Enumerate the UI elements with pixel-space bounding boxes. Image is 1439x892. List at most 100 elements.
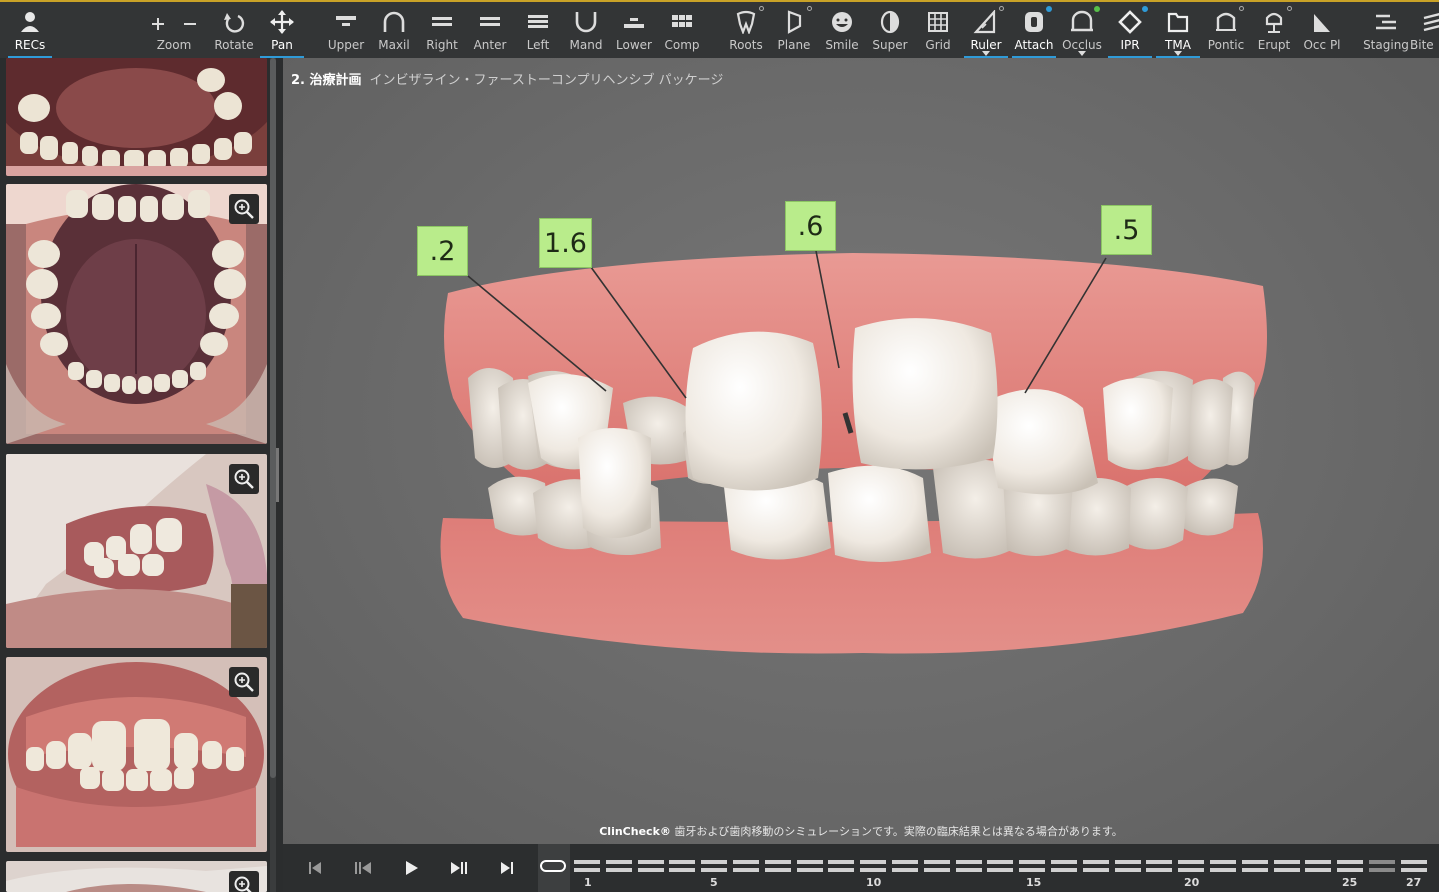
stage-marker[interactable]	[955, 860, 982, 872]
simulation-disclaimer: ClinCheck® 歯牙および歯肉移動のシミュレーションです。実際の臨床結果と…	[283, 823, 1439, 839]
toolbar-grid-button[interactable]: Grid	[914, 2, 962, 58]
intraoral-photo-upper-occlusal[interactable]	[6, 58, 267, 176]
stage-track[interactable]: 1 5 10 15 20 25 27	[538, 844, 1438, 892]
toolbar-anter-button[interactable]: Anter	[466, 2, 514, 58]
clincheck-3d-viewport[interactable]: 2. 治療計画 インビザライン・ファーストーコンプリヘンシブ パッケージ .2 …	[283, 58, 1439, 844]
stage-marker[interactable]	[701, 860, 728, 872]
play-button[interactable]	[397, 854, 425, 882]
toolbar-left-button[interactable]: Left	[514, 2, 562, 58]
intraoral-photo-frontal[interactable]	[6, 657, 267, 852]
pontic-icon	[1202, 10, 1250, 34]
toolbar-pontic-button[interactable]: Pontic	[1202, 2, 1250, 58]
toolbar-mand-button[interactable]: Mand	[562, 2, 610, 58]
current-stage-indicator[interactable]	[540, 860, 566, 872]
stage-marker[interactable]	[923, 860, 950, 872]
toolbar-super-button[interactable]: Super	[866, 2, 914, 58]
stage-marker[interactable]	[828, 860, 855, 872]
stage-marker[interactable]	[764, 860, 791, 872]
staging-icon	[1362, 10, 1410, 34]
stage-marker[interactable]	[574, 860, 600, 872]
stage-tick-label: 27	[1406, 876, 1422, 889]
stage-marker[interactable]	[637, 860, 664, 872]
last-stage-button[interactable]	[493, 854, 521, 882]
stage-marker[interactable]	[1305, 860, 1332, 872]
toolbar-bite-button[interactable]: Bite	[1410, 2, 1439, 58]
stage-marker[interactable]	[605, 860, 632, 872]
stage-marker[interactable]	[1082, 860, 1109, 872]
photo-zoom-button[interactable]	[229, 871, 259, 892]
occlusal-plane-icon	[1298, 10, 1346, 34]
panel-splitter-handle[interactable]	[276, 448, 279, 502]
magnifier-plus-icon	[234, 672, 254, 692]
chevron-down-icon	[1078, 51, 1086, 56]
stage-marker[interactable]	[1210, 860, 1236, 872]
stage-marker[interactable]	[796, 860, 823, 872]
superimpose-icon	[866, 10, 914, 34]
toolbar-occlus-button[interactable]: Occlus	[1058, 2, 1106, 58]
toolbar-erupt-button[interactable]: Erupt	[1250, 2, 1298, 58]
pan-arrows-icon	[258, 10, 306, 34]
toolbar-recs-button[interactable]: RECs	[6, 2, 54, 58]
tooth-roots-icon	[722, 10, 770, 34]
intraoral-photo-left-buccal[interactable]	[6, 454, 267, 648]
stage-marker[interactable]	[987, 860, 1014, 872]
toolbar-roots-button[interactable]: Roots	[722, 2, 770, 58]
photo-zoom-button[interactable]	[229, 667, 259, 697]
previous-stage-button[interactable]	[349, 854, 377, 882]
occlusion-icon	[1058, 10, 1106, 34]
next-stage-button[interactable]	[445, 854, 473, 882]
stage-marker[interactable]	[733, 860, 759, 872]
stage-marker[interactable]	[1369, 860, 1395, 872]
ipr-label[interactable]: .5	[1101, 205, 1152, 255]
toolbar-tma-button[interactable]: TMA	[1154, 2, 1202, 58]
toolbar-zoom-button[interactable]: Zoom	[150, 2, 198, 58]
stage-marker[interactable]	[860, 860, 887, 872]
stage-marker[interactable]	[1051, 860, 1077, 872]
ipr-label[interactable]: .2	[417, 226, 468, 276]
stage-marker[interactable]	[1241, 860, 1268, 872]
playback-timeline-bar: 1 5 10 15 20 25 27	[283, 844, 1439, 892]
mandibular-arch-icon	[562, 10, 610, 34]
stage-marker[interactable]	[1400, 860, 1427, 872]
photo-zoom-button[interactable]	[229, 194, 259, 224]
toolbar-lower-button[interactable]: Lower	[610, 2, 658, 58]
scrollbar-thumb[interactable]	[270, 58, 276, 778]
ipr-label[interactable]: .6	[785, 201, 836, 251]
intraoral-photo-right-buccal[interactable]	[6, 861, 267, 892]
toolbar-maxil-button[interactable]: Maxil	[370, 2, 418, 58]
upper-jaw-icon	[322, 10, 370, 34]
toolbar-comp-button[interactable]: Comp	[658, 2, 706, 58]
play-icon	[406, 861, 418, 875]
ruler-icon	[962, 10, 1010, 34]
toolbar-rotate-button[interactable]: Rotate	[210, 2, 258, 58]
stage-marker[interactable]	[1273, 860, 1300, 872]
main-toolbar: RECs Zoom Rotate Pan Upper Maxil Right A…	[0, 0, 1439, 58]
stage-marker[interactable]	[1337, 860, 1364, 872]
toolbar-ruler-button[interactable]: Ruler	[962, 2, 1010, 58]
toolbar-ipr-button[interactable]: IPR	[1106, 2, 1154, 58]
intraoral-photo-lower-occlusal[interactable]	[6, 184, 267, 444]
stage-marker[interactable]	[892, 860, 918, 872]
toolbar-occpl-button[interactable]: Occ Pl	[1298, 2, 1346, 58]
stage-marker[interactable]	[669, 860, 696, 872]
toolbar-attach-button[interactable]: Attach	[1010, 2, 1058, 58]
stage-marker[interactable]	[1146, 860, 1173, 872]
stage-marker[interactable]	[1178, 860, 1205, 872]
toolbar-plane-button[interactable]: Plane	[770, 2, 818, 58]
stage-marker[interactable]	[1114, 860, 1141, 872]
dental-3d-model[interactable]	[283, 58, 1439, 844]
bite-icon	[1410, 10, 1439, 34]
ipr-label[interactable]: 1.6	[539, 218, 592, 268]
toolbar-upper-button[interactable]: Upper	[322, 2, 370, 58]
magnifier-plus-icon	[234, 876, 252, 892]
photo-zoom-button[interactable]	[229, 464, 259, 494]
skip-to-end-icon	[501, 862, 513, 874]
toolbar-staging-button[interactable]: Staging	[1362, 2, 1410, 58]
stage-marker[interactable]	[1019, 860, 1046, 872]
tma-folder-icon	[1154, 10, 1202, 34]
toolbar-smile-button[interactable]: Smile	[818, 2, 866, 58]
toolbar-pan-button[interactable]: Pan	[258, 2, 306, 58]
plus-minus-icon	[150, 10, 198, 34]
toolbar-right-button[interactable]: Right	[418, 2, 466, 58]
first-stage-button[interactable]	[301, 854, 329, 882]
